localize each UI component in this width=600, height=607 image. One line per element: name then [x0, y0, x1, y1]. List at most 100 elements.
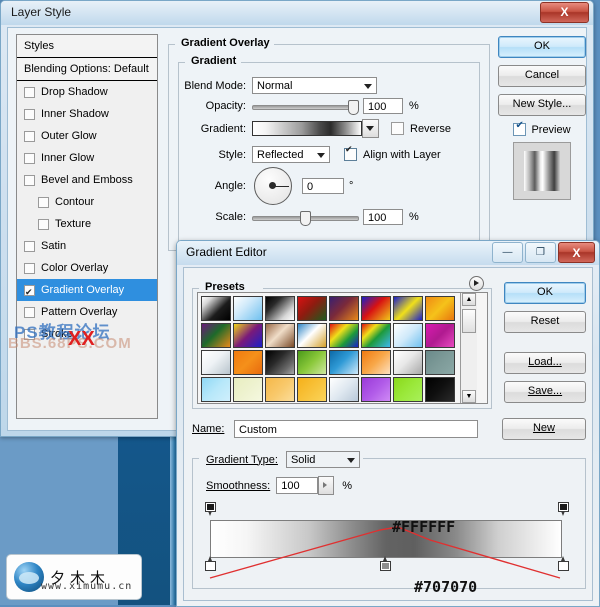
checkbox[interactable] [38, 196, 49, 208]
preset-swatch[interactable] [297, 350, 327, 375]
preset-swatch[interactable] [265, 296, 295, 321]
angle-dial[interactable] [254, 167, 292, 205]
close-icon[interactable]: X [558, 242, 595, 263]
checkbox[interactable] [24, 86, 35, 98]
checkbox[interactable] [24, 240, 35, 252]
checkbox[interactable] [24, 281, 35, 303]
sidebar-item-texture[interactable]: Texture [17, 213, 157, 235]
presets-menu-arrow-icon[interactable] [469, 276, 484, 291]
checkbox[interactable] [24, 306, 35, 318]
preset-swatch[interactable] [201, 323, 231, 348]
align-with-layer-checkbox[interactable] [344, 144, 357, 161]
preset-swatch[interactable] [329, 323, 359, 348]
preset-swatch[interactable] [297, 377, 327, 402]
ok-button[interactable]: OK [498, 36, 586, 58]
sidebar-item-bevel-and-emboss[interactable]: Bevel and Emboss [17, 169, 157, 191]
preset-swatch[interactable] [425, 377, 455, 402]
new-button[interactable]: New [502, 418, 586, 440]
presets-scrollbar[interactable]: ▲ ▼ [460, 293, 477, 403]
sidebar-item-contour[interactable]: Contour [17, 191, 157, 213]
new-style-button[interactable]: New Style... [498, 94, 586, 116]
blend-mode-select[interactable]: Normal [252, 77, 377, 94]
style-select[interactable]: Reflected [252, 146, 330, 163]
scroll-up-icon[interactable]: ▲ [462, 293, 476, 306]
minimize-icon[interactable]: — [492, 242, 523, 263]
preset-swatch[interactable] [265, 377, 295, 402]
preset-swatch[interactable] [297, 323, 327, 348]
color-stop-middle[interactable] [380, 556, 391, 571]
preset-swatch[interactable] [393, 350, 423, 375]
save-button[interactable]: Save... [504, 381, 586, 403]
scale-slider-knob[interactable] [300, 211, 311, 226]
preview-toggle[interactable]: Preview [498, 120, 586, 136]
angle-input[interactable]: 0 [302, 178, 344, 194]
load-button[interactable]: Load... [504, 352, 586, 374]
gradient-editor-titlebar[interactable]: Gradient Editor — ❐ X [177, 241, 599, 265]
preset-swatch[interactable] [361, 323, 391, 348]
gradient-preview-bar[interactable] [252, 121, 362, 136]
preset-swatch[interactable] [393, 377, 423, 402]
gradient-strip[interactable] [210, 520, 562, 558]
name-input[interactable]: Custom [234, 420, 478, 438]
preset-swatch[interactable] [201, 296, 231, 321]
sidebar-item-outer-glow[interactable]: Outer Glow [17, 125, 157, 147]
opacity-stop-right[interactable] [558, 502, 569, 517]
smoothness-input[interactable]: 100 [276, 477, 319, 494]
preset-swatch[interactable] [201, 350, 231, 375]
preset-swatch[interactable] [361, 296, 391, 321]
ok-button[interactable]: OK [504, 282, 586, 304]
preset-swatch[interactable] [393, 323, 423, 348]
checkbox[interactable] [24, 262, 35, 274]
checkbox[interactable] [24, 108, 35, 120]
preset-swatch[interactable] [329, 296, 359, 321]
close-icon[interactable]: X [540, 2, 589, 23]
preset-swatch[interactable] [233, 323, 263, 348]
reverse-checkbox[interactable] [391, 122, 404, 135]
preset-swatch[interactable] [361, 350, 391, 375]
preset-swatch[interactable] [393, 296, 423, 321]
sidebar-item-blending-options[interactable]: Blending Options: Default [17, 58, 157, 81]
preset-swatch[interactable] [265, 323, 295, 348]
scale-slider[interactable] [252, 210, 359, 226]
preset-swatch[interactable] [329, 377, 359, 402]
checkbox[interactable] [24, 152, 35, 164]
preset-swatch[interactable] [233, 377, 263, 402]
smoothness-stepper[interactable] [318, 476, 335, 495]
styles-list-header[interactable]: Styles [17, 35, 157, 58]
gradient-picker-button[interactable] [362, 119, 379, 138]
color-stop-right[interactable] [558, 556, 569, 571]
preset-swatch[interactable] [329, 350, 359, 375]
sidebar-item-satin[interactable]: Satin [17, 235, 157, 257]
preset-swatch[interactable] [425, 296, 455, 321]
cancel-button[interactable]: Cancel [498, 65, 586, 87]
preset-swatch[interactable] [425, 350, 455, 375]
opacity-input[interactable]: 100 [363, 98, 403, 114]
sidebar-item-inner-glow[interactable]: Inner Glow [17, 147, 157, 169]
gradient-type-select[interactable]: Solid [285, 451, 360, 468]
sidebar-item-gradient-overlay[interactable]: Gradient Overlay [17, 279, 157, 303]
checkbox[interactable] [24, 174, 35, 186]
layer-style-titlebar[interactable]: Layer Style X [1, 1, 593, 25]
preset-swatch[interactable] [201, 377, 231, 402]
reset-button[interactable]: Reset [504, 311, 586, 333]
sidebar-item-drop-shadow[interactable]: Drop Shadow [17, 81, 157, 103]
opacity-stop-left[interactable] [205, 502, 216, 517]
opacity-slider-knob[interactable] [348, 100, 359, 115]
preset-swatch[interactable] [425, 323, 455, 348]
sidebar-item-color-overlay[interactable]: Color Overlay [17, 257, 157, 279]
preset-swatch[interactable] [297, 296, 327, 321]
checkbox[interactable] [38, 218, 49, 230]
preview-checkbox[interactable] [513, 120, 527, 136]
scroll-down-icon[interactable]: ▼ [462, 390, 476, 403]
scale-input[interactable]: 100 [363, 209, 403, 225]
preset-swatch[interactable] [233, 350, 263, 375]
color-stop-left[interactable] [205, 556, 216, 571]
sidebar-item-inner-shadow[interactable]: Inner Shadow [17, 103, 157, 125]
opacity-slider[interactable] [252, 99, 359, 115]
checkbox[interactable] [24, 130, 35, 142]
maximize-icon[interactable]: ❐ [525, 242, 556, 263]
preset-swatch[interactable] [233, 296, 263, 321]
preset-swatch[interactable] [361, 377, 391, 402]
scrollbar-thumb[interactable] [462, 309, 476, 333]
preset-swatch[interactable] [265, 350, 295, 375]
